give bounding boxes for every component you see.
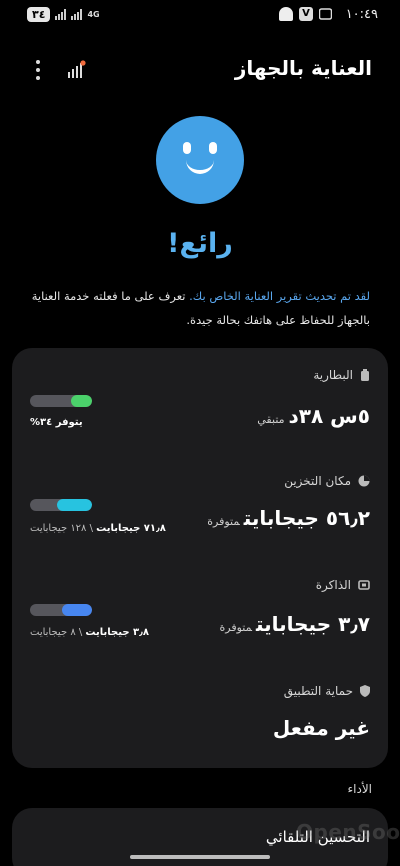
watermark-logo: OpenSooq [296, 820, 400, 844]
storage-available: ٥٦٫٢ جيجابايتمتوفرة [207, 506, 370, 530]
signal-strength-icon [71, 9, 83, 20]
care-summary: لقد تم تحديث تقرير العناية الخاص بك. تعر… [30, 284, 370, 332]
memory-usage-text: ٣٫٨ جيجابايت \ ٨ جيجابايت [30, 627, 149, 638]
storage-progress-bar [30, 499, 92, 511]
status-left-group: ٣٤ 4G [27, 7, 100, 22]
storage-usage-text: ٧١٫٨ جيجابايت \ ١٢٨ جيجابايت [30, 523, 166, 534]
memory-section[interactable]: الذاكرة ٣٫٧ جيجابايتمتوفرة ٣٫٨ جيجابايت … [12, 564, 388, 672]
app-header: العناية بالجهاز [0, 52, 400, 88]
storage-progress-fill [57, 499, 92, 511]
status-bar: ٣٤ 4G V ١٠:٤٩ [0, 0, 400, 32]
battery-progress-bar [30, 395, 92, 407]
v-app-icon: V [299, 7, 313, 21]
memory-progress-fill [62, 604, 92, 616]
memory-available: ٣٫٧ جيجابايتمتوفرة [219, 612, 370, 636]
battery-header: البطارية [313, 368, 370, 382]
pie-chart-icon [358, 475, 370, 487]
page-title: العناية بالجهاز [234, 56, 372, 80]
app-protection-section[interactable]: حماية التطبيق غير مفعل [12, 672, 388, 768]
battery-available-text: يتوفر ٣٤% [30, 417, 83, 428]
memory-chip-icon [358, 580, 370, 590]
message-icon [319, 8, 332, 20]
snapchat-icon [279, 7, 293, 21]
battery-time-remaining: ٥س ٣٨دمتبقي [257, 404, 370, 428]
more-options-button[interactable] [28, 58, 48, 82]
storage-section[interactable]: مكان التخزين ٥٦٫٢ جيجابايتمتوفرة ٧١٫٨ جي… [12, 456, 388, 564]
memory-progress-bar [30, 604, 92, 616]
app-protection-header: حماية التطبيق [284, 684, 370, 698]
storage-header: مكان التخزين [284, 474, 370, 488]
battery-progress-fill [70, 395, 92, 407]
signal-strength-icon [55, 9, 67, 20]
device-care-card: البطارية ٥س ٣٨دمتبقي يتوفر ٣٤% مكان التخ… [12, 348, 388, 768]
more-vertical-icon [36, 60, 40, 64]
status-heading: رائع! [167, 228, 233, 259]
network-type-label: 4G [87, 9, 100, 19]
app-protection-status: غير مفعل [272, 716, 370, 740]
performance-section-label: الأداء [347, 782, 373, 796]
signal-bars-icon[interactable] [66, 60, 88, 80]
report-link[interactable]: لقد تم تحديث تقرير العناية الخاص بك. [189, 289, 370, 303]
storage-label: مكان التخزين [284, 474, 351, 488]
battery-level-badge: ٣٤ [27, 7, 51, 22]
home-indicator[interactable] [130, 855, 270, 859]
shield-icon [360, 685, 370, 697]
smiley-face-icon [156, 116, 244, 204]
memory-label: الذاكرة [315, 578, 351, 592]
clock: ١٠:٤٩ [345, 7, 378, 22]
battery-icon [361, 369, 369, 381]
notification-icons: V [279, 7, 332, 21]
battery-label: البطارية [313, 368, 353, 382]
app-protection-label: حماية التطبيق [283, 684, 353, 698]
battery-section[interactable]: البطارية ٥س ٣٨دمتبقي يتوفر ٣٤% [12, 348, 388, 456]
memory-header: الذاكرة [316, 578, 370, 592]
